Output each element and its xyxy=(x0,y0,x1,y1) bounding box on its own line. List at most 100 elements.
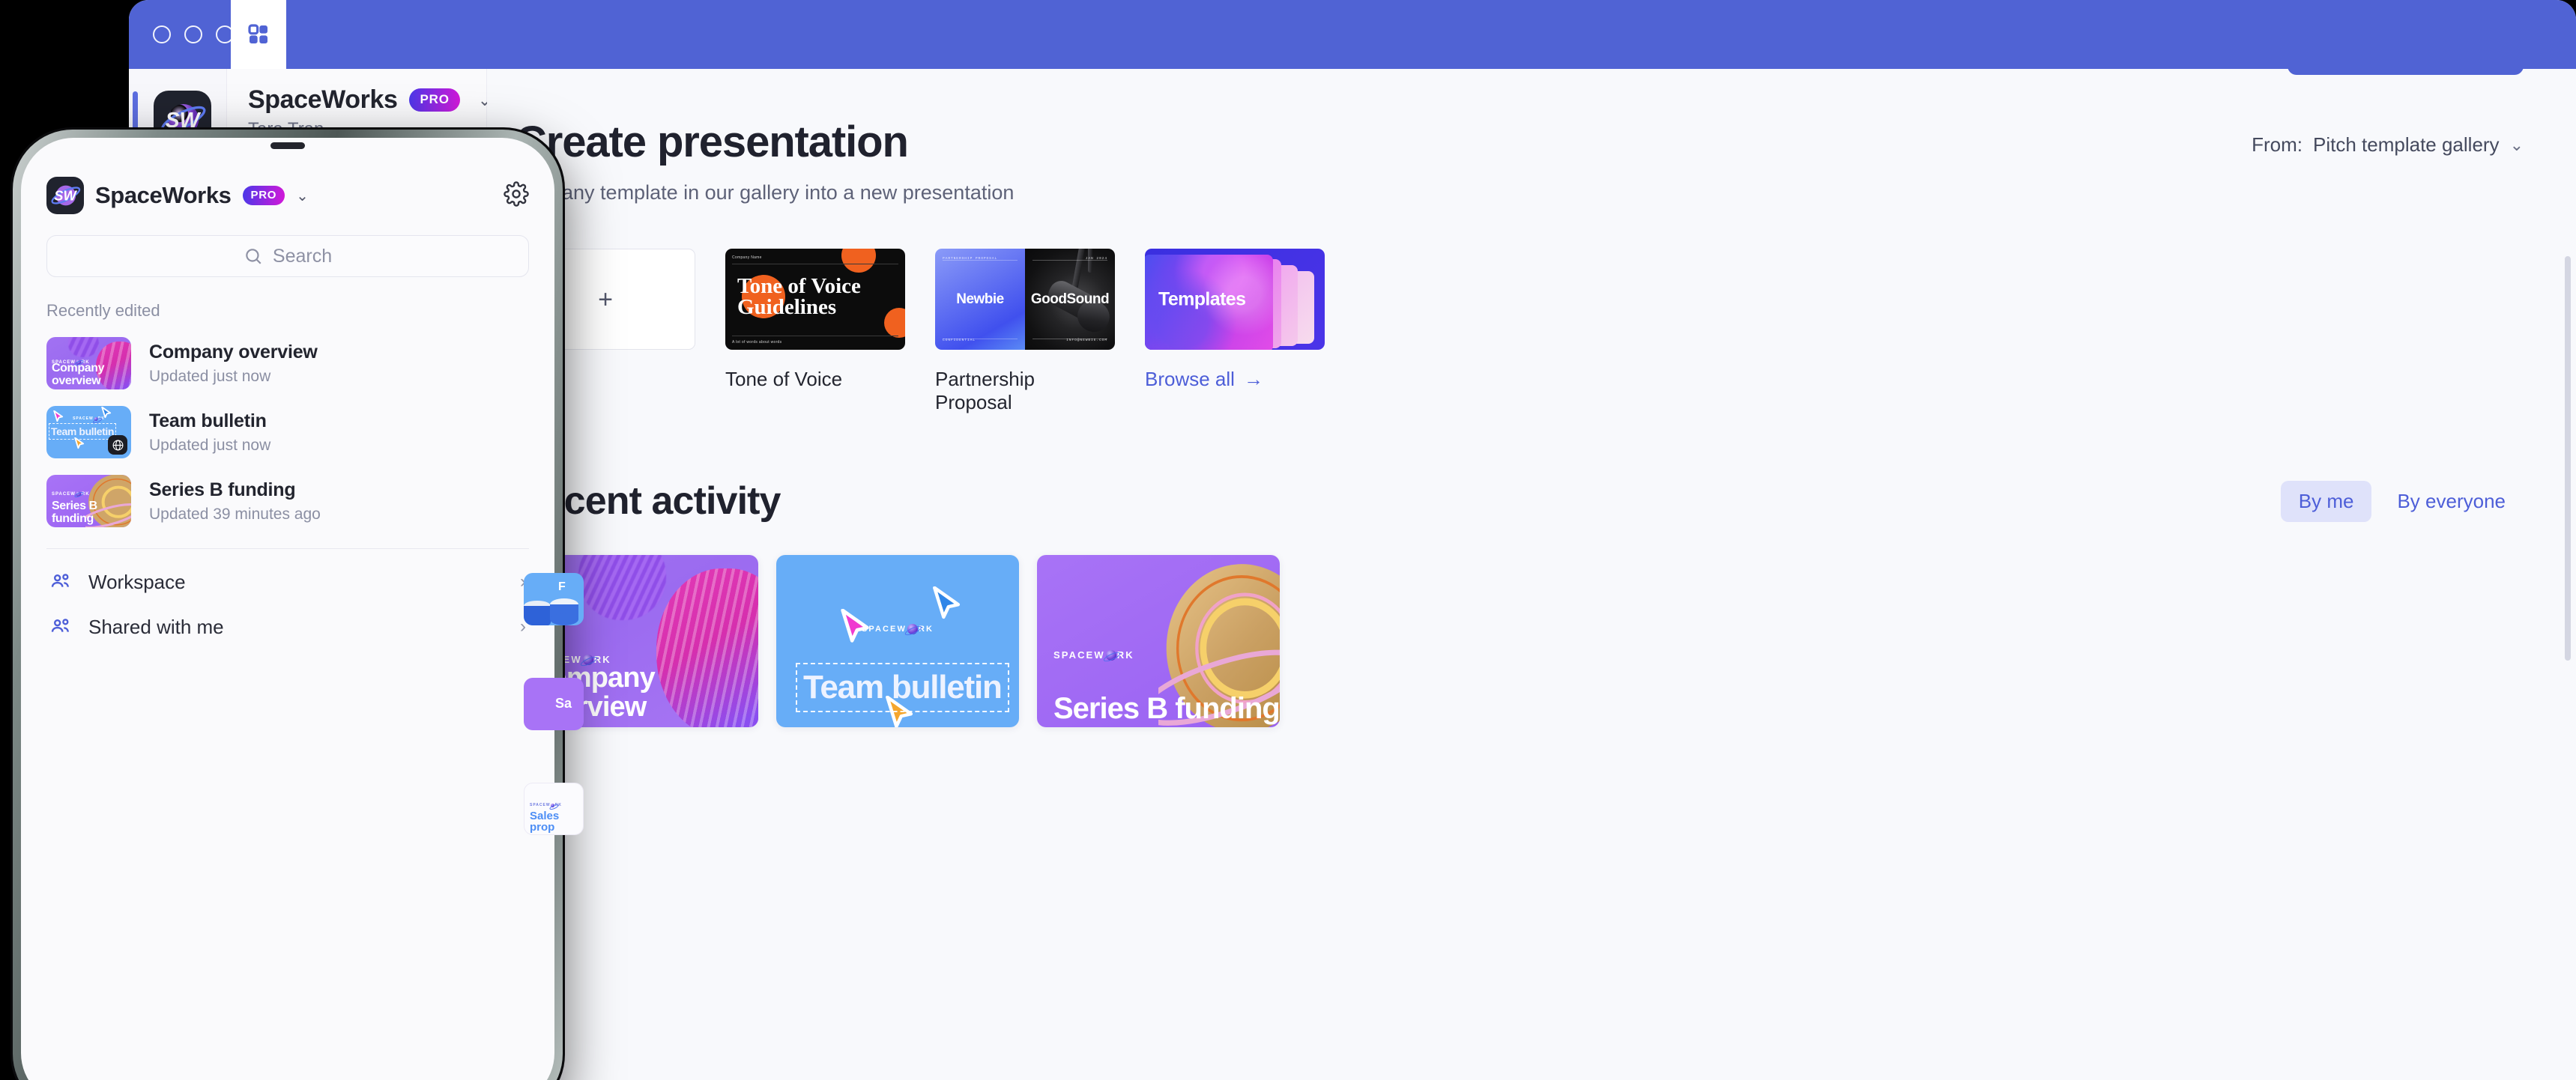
recently-edited-list: SPACEW RK Company overview Company overvi… xyxy=(46,337,529,527)
template-thumbnail: PARTNERSHIP PROPOSAL Newbie CONFIDENTIAL xyxy=(935,249,1115,350)
device-notch xyxy=(270,142,305,149)
plus-icon: + xyxy=(598,285,613,314)
recent-activity-cards: SPACEWRK Company overview SPACEWRK xyxy=(515,555,2524,727)
main-content: 1 Add members xyxy=(487,69,2576,1080)
section-label-recently-edited: Recently edited xyxy=(46,301,160,320)
chevron-down-icon: ⌄ xyxy=(2509,135,2524,154)
template-source-dropdown[interactable]: From: Pitch template gallery ⌄ xyxy=(2252,117,2524,157)
card-title: Series B funding xyxy=(1053,691,1280,725)
top-toolbar: 1 Add members xyxy=(1891,69,2524,75)
spaceworks-planet-icon: SW xyxy=(51,185,81,206)
peek-thumbnail-financials: F xyxy=(524,573,584,625)
item-subtitle: Updated just now xyxy=(149,367,271,385)
thumbnail-title: Series B funding xyxy=(52,500,97,525)
thumbnail-title: F xyxy=(558,580,566,593)
slide-footer: A lot of words about words xyxy=(732,336,898,345)
slide-date: JAN 2024 xyxy=(1085,257,1107,261)
browse-all-label: Browse all xyxy=(1145,368,1235,390)
planet-icon xyxy=(1105,649,1116,661)
mobile-nav-shared-with-me[interactable]: Shared with me › xyxy=(46,594,529,639)
nav-label: Workspace xyxy=(88,570,186,593)
vertical-scrollbar[interactable] xyxy=(2565,256,2571,661)
filter-by-everyone[interactable]: By everyone xyxy=(2379,481,2524,522)
nav-label: Shared with me xyxy=(88,615,224,638)
planet-icon xyxy=(907,624,918,634)
planet-icon xyxy=(551,803,555,807)
item-subtitle: Updated just now xyxy=(149,436,271,454)
minimize-icon[interactable] xyxy=(184,25,202,43)
device-frame: SW SpaceWorks PRO ⌄ Search Recently edit… xyxy=(13,130,563,1080)
tab-dashboard[interactable] xyxy=(231,0,286,69)
create-presentation-header: Create presentation Turn any template in… xyxy=(515,117,2524,204)
slide-footer-right: INFO@NEWBIE.COM xyxy=(1066,339,1107,342)
decorative-orb xyxy=(578,555,666,621)
slide-left-word: Newbie xyxy=(956,291,1004,307)
template-card-tone-of-voice[interactable]: Company Name Tone of Voice Guidelines A … xyxy=(725,249,905,414)
workspace-logo-spaceworks[interactable]: SW xyxy=(46,177,84,214)
workspace-name: SpaceWorks xyxy=(95,182,232,208)
list-item[interactable]: SPACEWRK xyxy=(46,406,529,458)
slide-title: Tone of Voice Guidelines xyxy=(737,274,861,320)
plan-badge: PRO xyxy=(409,88,460,112)
filter-by-me[interactable]: By me xyxy=(2280,480,2372,522)
thumbnail-title: Company overview xyxy=(52,362,105,387)
mobile-device-mockup: SW SpaceWorks PRO ⌄ Search Recently edit… xyxy=(10,127,565,1080)
list-item[interactable]: SPACEW RK Company overview Company overvi… xyxy=(46,337,529,389)
search-icon xyxy=(246,249,261,264)
mobile-screen: SW SpaceWorks PRO ⌄ Search Recently edit… xyxy=(21,138,554,1080)
template-card-row: + Blank Company Name xyxy=(515,249,2524,414)
slide-eyebrow: PARTNERSHIP PROPOSAL xyxy=(943,257,998,261)
screenshot-root: SW + SpaceWorks PRO ⌄ Tara Tran xyxy=(0,0,2576,1080)
slide-footer-left: CONFIDENTIAL xyxy=(943,339,976,342)
window-titlebar xyxy=(129,0,2576,69)
item-title: Team bulletin xyxy=(149,410,267,431)
spaceworks-watermark: SPACEWRK xyxy=(52,491,90,497)
activity-card-team-bulletin[interactable]: SPACEW RK Team bulletin xyxy=(776,555,1019,727)
coins-illustration xyxy=(524,598,578,625)
template-card-partnership-proposal[interactable]: PARTNERSHIP PROPOSAL Newbie CONFIDENTIAL xyxy=(935,249,1115,414)
activity-filter-group: By me By everyone xyxy=(2280,480,2524,522)
thumbnail-title: Sales prop xyxy=(530,810,560,834)
planet-icon xyxy=(94,416,98,421)
svg-text:SW: SW xyxy=(54,188,77,204)
window-controls xyxy=(129,0,234,69)
page-subtitle: Turn any template in our gallery into a … xyxy=(515,181,1015,204)
list-item[interactable]: SPACEW RK Series B funding Series B fundi… xyxy=(46,475,529,527)
people-icon xyxy=(51,574,69,587)
template-thumbnail: Templates xyxy=(1145,249,1325,350)
peek-thumbnail-sales: Sa xyxy=(524,678,584,730)
cursor-orange-icon xyxy=(73,437,85,455)
mobile-workspace-header: SW SpaceWorks PRO ⌄ xyxy=(46,177,529,214)
activity-card-series-b-funding[interactable]: SPACEW RK Series B funding xyxy=(1037,555,1280,727)
workspace-name: SpaceWorks xyxy=(248,85,398,114)
template-name: Partnership Proposal xyxy=(935,368,1035,413)
thumbnail-title: Team bulletin xyxy=(49,423,116,440)
arrow-right-icon: → xyxy=(1243,368,1263,390)
item-thumbnail: SPACEW RK Company overview xyxy=(46,337,131,389)
template-card-browse-all[interactable]: Templates Browse all → xyxy=(1145,249,1325,414)
item-subtitle: Updated 39 minutes ago xyxy=(149,505,321,523)
gear-icon xyxy=(504,180,529,207)
close-icon[interactable] xyxy=(153,25,171,43)
peek-thumbnail-sales-proposal: SPACEWRK Sales prop xyxy=(524,783,584,835)
browse-all-link[interactable]: Browse all → xyxy=(1145,368,1325,391)
page-title: Create presentation xyxy=(515,118,909,166)
search-input[interactable]: Search xyxy=(46,235,529,277)
settings-button[interactable] xyxy=(504,180,529,210)
new-presentation-button[interactable]: + New presentation xyxy=(2288,69,2524,75)
plan-badge: PRO xyxy=(242,186,285,205)
microphone-part xyxy=(1088,249,1092,273)
thumbnail-title: Sa xyxy=(555,696,572,711)
template-name: Tone of Voice xyxy=(725,368,843,390)
spaceworks-watermark: SPACEWRK xyxy=(1053,649,1134,661)
search-placeholder: Search xyxy=(272,245,333,267)
item-thumbnail: SPACEWRK xyxy=(46,406,131,458)
mobile-nav-workspace[interactable]: Workspace › xyxy=(46,549,529,594)
planet-icon xyxy=(76,491,82,497)
card-title: Team bulletin xyxy=(796,663,1009,712)
spaceworks-watermark: SPACEWRK xyxy=(530,803,562,807)
from-value: Pitch template gallery xyxy=(2313,133,2500,156)
chevron-down-icon[interactable]: ⌄ xyxy=(296,186,309,205)
decorative-orb xyxy=(68,337,100,357)
grid-icon xyxy=(248,24,267,43)
